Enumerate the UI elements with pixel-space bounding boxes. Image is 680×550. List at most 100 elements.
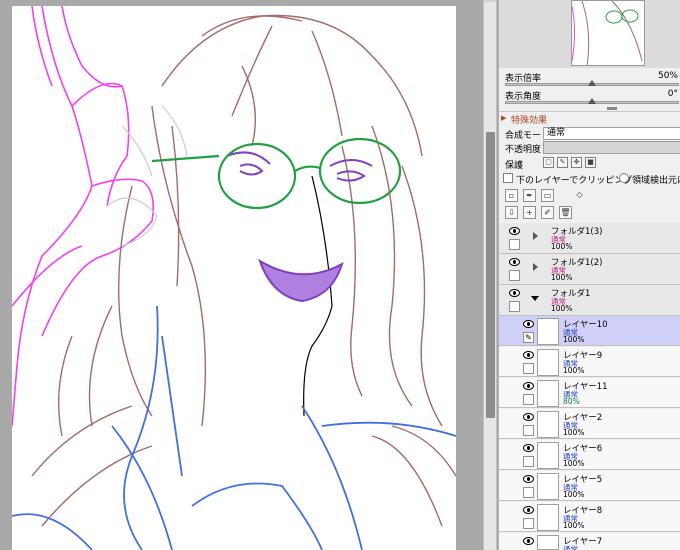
panel-resize-handle[interactable] [607,107,617,110]
merge-down-icon[interactable]: + [523,206,536,219]
layer-thumbnail [537,504,559,531]
canvas-area[interactable] [0,0,483,550]
layer-list[interactable]: フォルダ1(3) 通常 100% フォルダ1(2) 通常 100% フォルダ1 … [499,220,680,550]
visibility-eye-icon[interactable] [509,258,520,266]
layer-lock-checkbox[interactable] [523,518,534,529]
layer-10[interactable]: ✎ レイヤー10 通常 100% [499,316,680,346]
clipping-label: 下のレイヤーでクリッピング [516,176,633,186]
clipping-row: 下のレイヤーでクリッピング 領域検出元に指定 [499,172,680,186]
protect-move-icon[interactable]: ✥ [571,157,582,168]
layer-opacity: 100% [563,428,585,437]
layer-8[interactable]: レイヤー8 通常 100% [499,502,680,532]
angle-value: 0° [667,89,678,99]
canvas-vertical-scrollbar[interactable] [483,0,497,550]
scrollbar-thumb[interactable] [486,132,495,418]
layer-lock-checkbox[interactable] [523,394,534,405]
folder-collapse-icon[interactable] [531,296,539,301]
layer-opacity: 100% [563,490,585,499]
layer-opacity: 80% [563,397,580,406]
visibility-eye-icon[interactable] [523,382,534,390]
opacity-label: 不透明度 [505,145,542,155]
layer-thumbnail [537,473,559,500]
layer-2[interactable]: レイヤー2 通常 100% [499,409,680,439]
face-features [226,151,373,303]
transfer-down-icon[interactable]: ⇩ [505,206,518,219]
collapse-arrow-icon: ▶ [501,114,507,122]
effects-label: 特殊効果 [511,116,548,126]
layer-mode: 通常 [563,545,578,550]
layer-lock-checkbox[interactable] [523,425,534,436]
layer-6[interactable]: レイヤー6 通常 100% [499,440,680,470]
delete-layer-icon[interactable]: 🗑 [559,206,572,219]
visibility-eye-icon[interactable] [523,475,534,483]
clipping-checkbox[interactable] [503,173,513,183]
layer-11[interactable]: レイヤー11 通常 80% [499,378,680,408]
faint-sketch [106,105,188,247]
layer-thumbnail [537,318,559,345]
opacity-row: 不透明度 [499,141,680,155]
navigator-preview [572,1,643,65]
visibility-eye-icon[interactable] [523,413,534,421]
layer-opacity: 100% [551,273,573,282]
effects-header[interactable]: ▶ 特殊効果 [499,111,680,126]
new-layer-icon[interactable]: ▫ [505,189,518,202]
blend-mode-select[interactable]: 通常 [543,127,680,140]
zoom-value: 50% [657,71,678,81]
visibility-eye-icon[interactable] [523,320,534,328]
protect-label: 保護 [505,161,524,171]
folder-expand-icon[interactable] [533,263,538,271]
edit-pencil-icon[interactable]: ✎ [523,332,534,343]
pink-hand-sketch [12,6,155,427]
new-vector-layer-icon[interactable]: ✒ [523,189,536,202]
layer-thumbnail [537,380,559,407]
area-detect-radio[interactable] [619,173,629,183]
drawing-canvas[interactable] [12,6,456,550]
protect-paint-icon[interactable]: ✎ [557,157,568,168]
protect-row: 保護 ▢ ✎ ✥ ■ [499,157,680,171]
layer-lock-checkbox[interactable] [509,301,520,312]
layer-lock-checkbox[interactable] [523,456,534,467]
layer-9[interactable]: レイヤー9 通常 100% [499,347,680,377]
layer-folder-1-2[interactable]: フォルダ1(2) 通常 100% [499,254,680,285]
visibility-eye-icon[interactable] [523,351,534,359]
layer-5[interactable]: レイヤー5 通常 100% [499,471,680,501]
scrollbar-top [484,0,496,2]
visibility-eye-icon[interactable] [509,289,520,297]
layer-move-icon[interactable]: ◇ [573,189,586,202]
glasses-sketch [151,137,402,210]
new-folder-icon[interactable]: ▭ [541,189,554,202]
hair-sketch [31,14,456,527]
layer-folder-1[interactable]: フォルダ1 通常 100% [499,285,680,316]
sketch-artwork [12,6,456,550]
navigator-thumbnail[interactable] [571,0,645,66]
layer-lock-checkbox[interactable] [523,363,534,374]
layer-7[interactable]: レイヤー7 通常 [499,533,680,550]
layer-toolbar-top: ▫ ✒ ▭ ◇ [499,187,680,205]
layer-opacity: 100% [563,521,585,530]
layer-lock-checkbox[interactable] [509,239,520,250]
layer-opacity: 100% [563,335,585,344]
layer-folder-1-3[interactable]: フォルダ1(3) 通常 100% [499,223,680,254]
layer-lock-checkbox[interactable] [523,487,534,498]
right-panel: 表示倍率 50% 表示角度 0° ▶ 特殊効果 合成モード 通常 不透明度 保護… [498,0,680,550]
layer-lock-checkbox[interactable] [509,270,520,281]
layer-thumbnail [537,349,559,376]
visibility-eye-icon[interactable] [509,227,520,235]
protect-transparency-icon[interactable]: ▢ [543,157,554,168]
layer-thumbnail [537,411,559,438]
angle-slider-knob[interactable] [588,98,596,104]
zoom-slider-knob[interactable] [588,80,596,86]
folder-expand-icon[interactable] [533,232,538,240]
visibility-eye-icon[interactable] [523,444,534,452]
layer-toolbar-bottom: ⇩ + ✐ 🗑 [499,204,680,220]
area-detect-label: 領域検出元に指定 [632,176,680,186]
visibility-eye-icon[interactable] [523,506,534,514]
clear-layer-icon[interactable]: ✐ [541,206,554,219]
protect-lock-icon[interactable]: ■ [585,157,596,168]
blend-mode-row: 合成モード 通常 [499,127,680,141]
layer-opacity: 100% [551,304,573,313]
opacity-slider[interactable] [543,141,680,154]
visibility-eye-icon[interactable] [523,537,534,545]
navigator-panel[interactable] [499,0,680,68]
layer-opacity: 100% [563,366,585,375]
